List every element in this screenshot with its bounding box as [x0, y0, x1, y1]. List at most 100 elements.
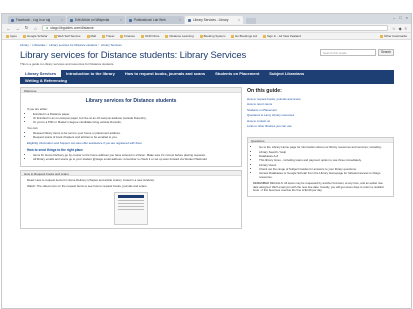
- bookmark-google-scholar[interactable]: Google Scholar: [22, 34, 48, 38]
- address-bar[interactable]: ● otago.libguides.com/distance: [42, 25, 388, 31]
- search-input[interactable]: Search this Guide: [320, 49, 376, 56]
- breadcrumb-item[interactable]: Library: [20, 43, 29, 47]
- list-item: All library emails and scans go to your …: [33, 157, 235, 162]
- back-icon[interactable]: ←: [6, 26, 11, 31]
- bookmark-air-nz[interactable]: Sign in - Air New Zealand: [263, 34, 301, 38]
- bookmark-label: Mail: [90, 34, 97, 38]
- folder-icon: [379, 34, 383, 38]
- close-icon[interactable]: ×: [61, 18, 63, 22]
- folder-icon: [140, 34, 144, 38]
- close-icon[interactable]: ×: [238, 18, 240, 22]
- tab-introduction[interactable]: Introduction to the library: [61, 70, 120, 77]
- lock-icon: ●: [46, 26, 49, 30]
- new-tab-button[interactable]: [246, 18, 256, 24]
- thumbnail-title-bar: [118, 194, 144, 198]
- content-columns: Welcome Library services for Distance st…: [20, 87, 394, 232]
- breadcrumb-current: Library Services: [100, 43, 122, 47]
- url-text: otago.libguides.com/distance: [50, 26, 94, 30]
- bookmark-label: Apps: [10, 34, 17, 38]
- bookmark-our-drive[interactable]: OUR Drive: [140, 34, 159, 38]
- browser-tab-library[interactable]: Library Services - Library ×: [185, 16, 243, 24]
- extension-icon[interactable]: ◆: [399, 26, 402, 31]
- star-icon[interactable]: ☆: [392, 26, 396, 31]
- guide-link[interactable]: Links to other libraries you can use: [247, 124, 394, 129]
- list-item-link[interactable]: This library times - including loans and…: [259, 159, 388, 163]
- tab-subject-librarians[interactable]: Subject Librarians: [264, 70, 309, 77]
- thumbnail-line: [118, 202, 144, 204]
- folder-icon: [231, 34, 235, 38]
- box-body: Go to the Library Home page for informat…: [248, 143, 393, 196]
- bookmark-label: Travel: [106, 34, 115, 38]
- bookmark-mail[interactable]: Mail: [86, 34, 97, 38]
- on-this-guide-title: On this guide:: [247, 88, 282, 94]
- page-content: Library/ LibGuides/ Library services for…: [20, 41, 394, 308]
- watch-text[interactable]: Watch: The videos icon on the request it…: [27, 184, 235, 189]
- address-toolbar: ← → ↻ ⌂ ● otago.libguides.com/distance ☆…: [2, 24, 411, 33]
- bookmarks-bar: Apps Google Scholar Web Self Service Mai…: [2, 33, 411, 40]
- bookmark-distance-learning[interactable]: Distance Learning: [165, 34, 194, 38]
- eligibility-link[interactable]: Eligibility information and Support can …: [27, 141, 235, 146]
- breadcrumb-item[interactable]: Library services for Distance students: [49, 43, 97, 47]
- browser-tab-publications[interactable]: Publications/ Lab Web ×: [126, 16, 184, 24]
- paragraph: If you are either:: [27, 107, 48, 111]
- close-icon[interactable]: ×: [179, 18, 181, 22]
- howto-list: Items for Home Delivery go by courier to…: [27, 153, 235, 162]
- guide-nav: Library Services Introduction to the lib…: [20, 70, 394, 84]
- close-icon[interactable]: ×: [120, 18, 122, 22]
- tab-label: Facebook - Log in or sig: [16, 18, 51, 22]
- tab-strip: Facebook - Log in or sig × Edit Article …: [2, 14, 411, 24]
- minimize-icon[interactable]: –: [393, 15, 395, 20]
- tab-label: Library Services - Library: [193, 18, 229, 22]
- read-text[interactable]: Read: How to request items for Home Deli…: [27, 178, 235, 183]
- guide-search: Search this Guide Search: [320, 49, 394, 56]
- apps-icon: [6, 34, 9, 38]
- left-column: Welcome Library services for Distance st…: [20, 87, 242, 232]
- bookmark-booking-system[interactable]: Booking System: [199, 34, 225, 38]
- search-button[interactable]: Search: [378, 49, 394, 56]
- other-bookmarks[interactable]: Other bookmarks: [379, 34, 407, 38]
- folder-icon: [53, 34, 57, 38]
- bookmark-apps[interactable]: Apps: [6, 34, 17, 38]
- breadcrumb-item[interactable]: LibGuides: [32, 43, 45, 47]
- welcome-box: Welcome Library services for Distance st…: [20, 87, 242, 168]
- close-window-icon[interactable]: ×: [406, 15, 408, 20]
- bookmark-label: Distance Learning: [169, 34, 194, 38]
- browser-window: Facebook - Log in or sig × Edit Article …: [1, 13, 412, 309]
- list-item-link[interactable]: Library Search / Help: [259, 150, 388, 155]
- favicon-icon: [11, 18, 14, 22]
- bookmark-ex-bookings[interactable]: Ex Bookings Ltd: [231, 34, 257, 38]
- folder-icon: [263, 34, 267, 38]
- paragraph: You can:: [27, 125, 39, 130]
- right-column: On this guide: How to request books, jou…: [247, 87, 394, 232]
- breadcrumb: Library/ LibGuides/ Library services for…: [20, 43, 394, 47]
- howto-heading: How to send things to the right place: [27, 147, 83, 152]
- questions-list: Go to the Library Home page for informat…: [253, 146, 388, 179]
- tab-students-on-placement[interactable]: Students on Placement: [210, 70, 264, 77]
- box-body: Read: How to request items for Home Deli…: [21, 176, 241, 227]
- list-item: Request scans of book chapters and artic…: [33, 135, 235, 140]
- folder-icon: [165, 34, 169, 38]
- forward-icon[interactable]: →: [15, 26, 20, 31]
- bookmark-finance[interactable]: Finance: [120, 34, 135, 38]
- list-item: Access Databases or Google Scholar from …: [259, 171, 388, 180]
- enrolled-list: Enrolled in a Distance paper, Or Enrolle…: [27, 113, 235, 124]
- browser-tab-wikipedia[interactable]: Edit Article on Wikipedia ×: [67, 16, 125, 24]
- favicon-icon: [188, 18, 191, 22]
- folder-icon: [22, 34, 26, 38]
- reload-icon[interactable]: ↻: [24, 25, 29, 31]
- bookmark-travel[interactable]: Travel: [102, 34, 114, 38]
- tab-request-books[interactable]: How to request books, journals and scans: [120, 70, 210, 77]
- home-icon[interactable]: ⌂: [33, 26, 38, 31]
- tab-library-services[interactable]: Library Services: [20, 70, 62, 77]
- favicon-icon: [70, 18, 73, 22]
- maximize-icon[interactable]: □: [399, 15, 401, 20]
- browser-tab-facebook[interactable]: Facebook - Log in or sig ×: [8, 16, 66, 24]
- folder-icon: [86, 34, 90, 38]
- tab-writing-referencing[interactable]: Writing & Referencing: [20, 77, 394, 84]
- breadcrumb-separator: /: [98, 43, 100, 47]
- bookmark-label: Ex Bookings Ltd: [235, 34, 258, 38]
- bookmark-web-self-service[interactable]: Web Self Service: [53, 34, 81, 38]
- bookmark-label: Google Scholar: [26, 34, 48, 38]
- video-thumbnail[interactable]: [114, 191, 148, 225]
- menu-icon[interactable]: ≡: [405, 26, 407, 31]
